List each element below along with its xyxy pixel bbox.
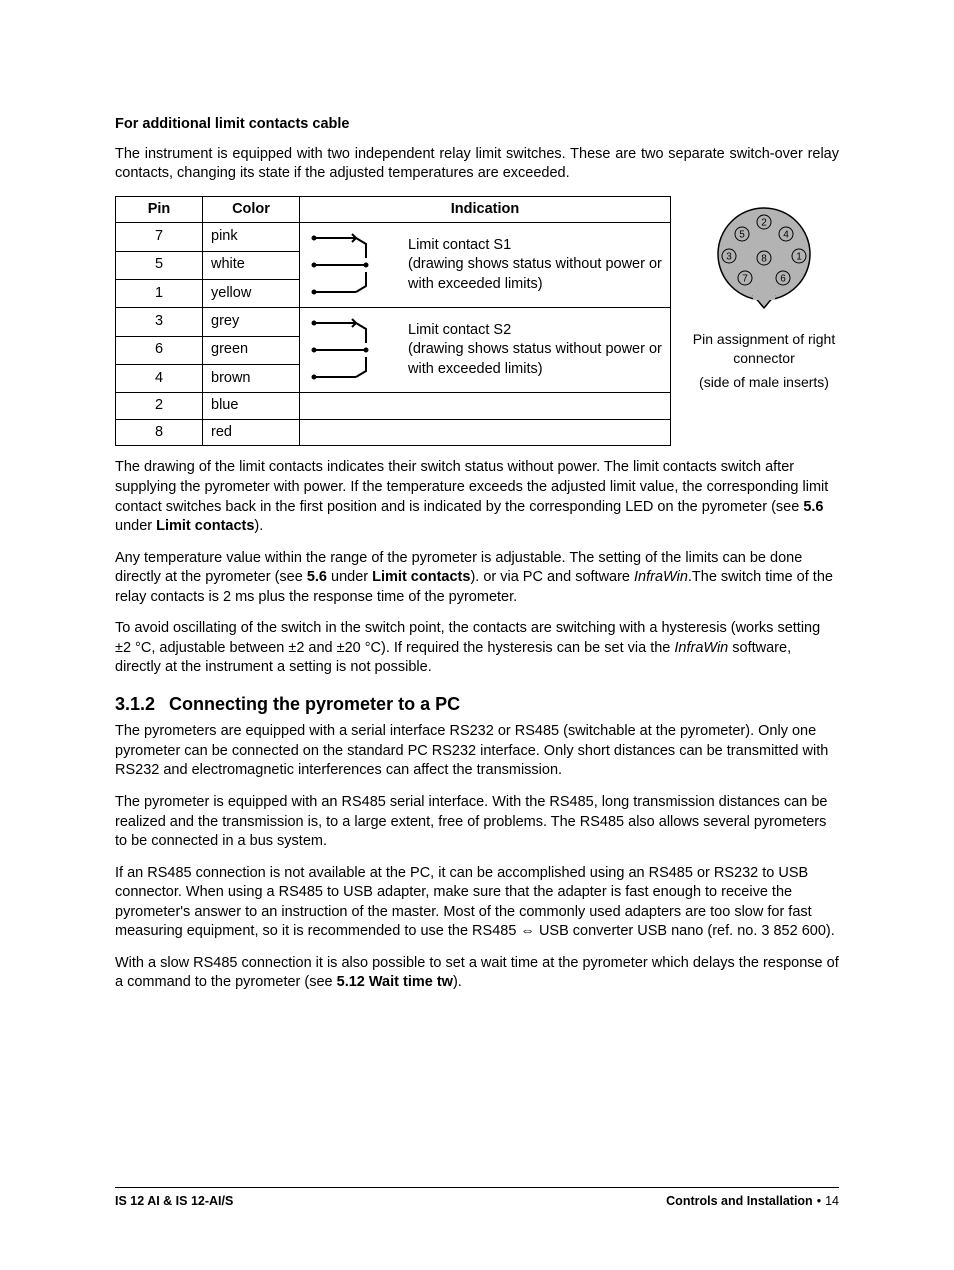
ref-limit-contacts: Limit contacts xyxy=(156,518,254,534)
cell-pin: 6 xyxy=(116,336,203,364)
pin-label: 1 xyxy=(796,251,802,262)
cell-indication-s2: Limit contact S2 (drawing shows status w… xyxy=(300,308,671,393)
pin-table: Pin Color Indication 7 pink xyxy=(115,196,671,447)
intro-paragraph: The instrument is equipped with two inde… xyxy=(115,145,839,184)
pin-label: 5 xyxy=(739,229,745,240)
cell-indication-s1: Limit contact S1 (drawing shows status w… xyxy=(300,223,671,308)
switch-diagram-icon xyxy=(308,311,398,389)
pin-label: 6 xyxy=(780,273,786,284)
paragraph-drawing: The drawing of the limit contacts indica… xyxy=(115,458,839,536)
paragraph-hysteresis: To avoid oscillating of the switch in th… xyxy=(115,619,839,678)
pin-label: 8 xyxy=(761,253,767,264)
paragraph-any-temp: Any temperature value within the range o… xyxy=(115,549,839,608)
footer-left: IS 12 AI & IS 12-AI/S xyxy=(115,1193,233,1210)
text: ). or via PC and software xyxy=(470,569,634,585)
cell-indication-empty xyxy=(300,419,671,446)
cell-pin: 8 xyxy=(116,419,203,446)
paragraph-pc-3: If an RS485 connection is not available … xyxy=(115,864,839,942)
cell-color: yellow xyxy=(203,279,300,307)
connector-caption-2: (side of male inserts) xyxy=(689,373,839,392)
footer-section: Controls and Installation xyxy=(666,1194,813,1208)
section-number: 3.1.2 xyxy=(115,692,155,716)
table-header-row: Pin Color Indication xyxy=(116,196,671,223)
document-page: For additional limit contacts cable The … xyxy=(0,0,954,1270)
text: ). xyxy=(453,974,462,990)
cell-pin: 5 xyxy=(116,251,203,279)
cell-color: brown xyxy=(203,364,300,392)
ind1-sub: (drawing shows status without power or w… xyxy=(408,255,662,294)
cell-color: blue xyxy=(203,393,300,420)
cell-pin: 1 xyxy=(116,279,203,307)
cell-color: pink xyxy=(203,223,300,251)
pin-label: 3 xyxy=(726,251,732,262)
ref-5-12: 5.12 Wait time tw xyxy=(337,974,453,990)
text: The drawing of the limit contacts indica… xyxy=(115,459,828,514)
th-indication: Indication xyxy=(300,196,671,223)
ind2-sub: (drawing shows status without power or w… xyxy=(408,340,662,379)
th-pin: Pin xyxy=(116,196,203,223)
cell-color: grey xyxy=(203,308,300,336)
pin-label: 2 xyxy=(761,217,767,228)
cell-indication-empty xyxy=(300,393,671,420)
paragraph-pc-2: The pyrometer is equipped with an RS485 … xyxy=(115,793,839,852)
paragraph-pc-1: The pyrometers are equipped with a seria… xyxy=(115,722,839,781)
pin-label: 7 xyxy=(742,273,748,284)
text: With a slow RS485 connection it is also … xyxy=(115,955,839,991)
cell-pin: 4 xyxy=(116,364,203,392)
table-row: 8 red xyxy=(116,419,671,446)
paragraph-pc-4: With a slow RS485 connection it is also … xyxy=(115,954,839,993)
ind1-title: Limit contact S1 xyxy=(408,236,662,256)
text: under xyxy=(115,518,156,534)
page-number: 14 xyxy=(825,1194,839,1208)
cell-pin: 2 xyxy=(116,393,203,420)
ref-5-6: 5.6 xyxy=(307,569,327,585)
table-row: 7 pink Limit c xyxy=(116,223,671,251)
pin-label: 4 xyxy=(783,229,789,240)
cell-color: red xyxy=(203,419,300,446)
cell-pin: 3 xyxy=(116,308,203,336)
cell-color: white xyxy=(203,251,300,279)
footer-right: Controls and Installation•14 xyxy=(666,1193,839,1210)
section-title: Connecting the pyrometer to a PC xyxy=(169,694,460,714)
ref-limit-contacts: Limit contacts xyxy=(372,569,470,585)
table-row: 3 grey Limit c xyxy=(116,308,671,336)
section-heading-3-1-2: 3.1.2 Connecting the pyrometer to a PC xyxy=(115,692,839,716)
cell-color: green xyxy=(203,336,300,364)
ind2-title: Limit contact S2 xyxy=(408,321,662,341)
ref-5-6: 5.6 xyxy=(803,499,823,515)
connector-icon: 2 5 4 3 1 8 7 6 xyxy=(709,204,819,324)
cell-pin: 7 xyxy=(116,223,203,251)
th-color: Color xyxy=(203,196,300,223)
table-row: 2 blue xyxy=(116,393,671,420)
switch-diagram-icon xyxy=(308,226,398,304)
page-footer: IS 12 AI & IS 12-AI/S Controls and Insta… xyxy=(115,1187,839,1210)
infrawin-name: InfraWin xyxy=(634,569,688,585)
heading-limit-contacts: For additional limit contacts cable xyxy=(115,115,839,135)
text: ). xyxy=(254,518,263,534)
connector-diagram-block: 2 5 4 3 1 8 7 6 Pin assignment of right … xyxy=(689,196,839,393)
text: under xyxy=(327,569,372,585)
table-and-diagram-row: Pin Color Indication 7 pink xyxy=(115,196,839,447)
infrawin-name: InfraWin xyxy=(674,640,728,656)
connector-caption-1: Pin assignment of right connector xyxy=(689,330,839,368)
